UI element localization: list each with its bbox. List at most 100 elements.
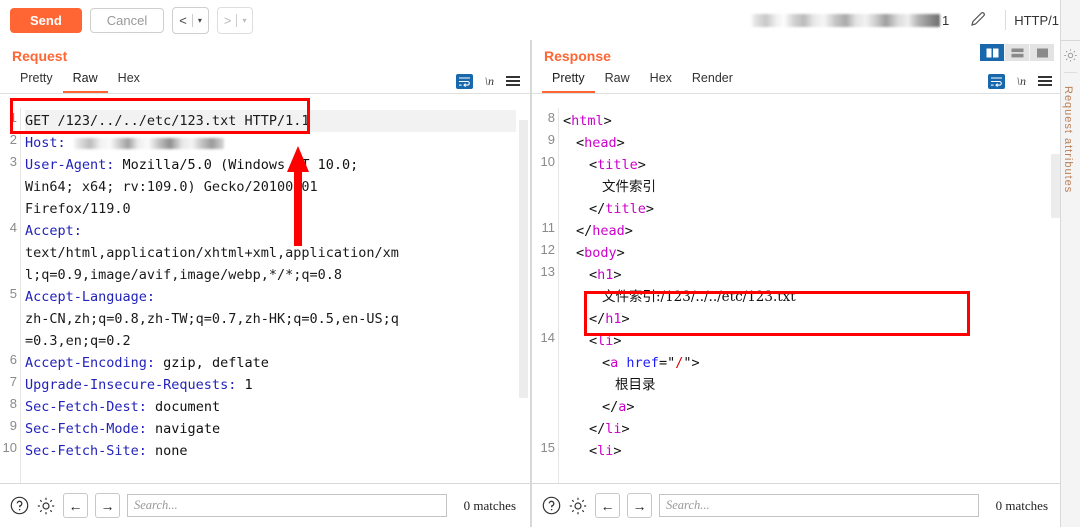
html-tag-name: a: [610, 355, 619, 371]
circle-question-icon[interactable]: [542, 496, 561, 515]
response-code-line[interactable]: </head>: [563, 220, 1048, 242]
request-code-area[interactable]: GET /123/../../etc/123.txt HTTP/1.1 Host:…: [21, 108, 516, 483]
gear-icon[interactable]: [36, 496, 56, 516]
response-code-line[interactable]: <h1>: [563, 264, 1048, 286]
response-code-line[interactable]: <li>: [563, 330, 1048, 352]
request-code-line[interactable]: l;q=0.9,image/avif,image/webp,*/*;q=0.8: [25, 264, 516, 286]
request-code-line[interactable]: =0.3,en;q=0.2: [25, 330, 516, 352]
request-line-number: 3: [9, 154, 17, 169]
response-code-line[interactable]: <a href="/">: [563, 352, 1048, 374]
divider: [1061, 40, 1080, 41]
angle-bracket: >: [645, 201, 655, 217]
search-next-button[interactable]: →: [95, 493, 120, 518]
response-code-line[interactable]: </h1>: [563, 308, 1048, 330]
tab-request-pretty[interactable]: Pretty: [10, 67, 63, 93]
inspector-sidebar[interactable]: Request attributes: [1060, 0, 1080, 527]
hamburger-menu-icon[interactable]: [506, 76, 520, 86]
response-code-line[interactable]: </title>: [563, 198, 1048, 220]
response-code-line[interactable]: </a>: [563, 396, 1048, 418]
response-code-line[interactable]: 根目录: [563, 374, 1048, 396]
chevron-down-icon[interactable]: ▾: [242, 16, 246, 25]
request-code-line[interactable]: Win64; x64; rv:109.0) Gecko/20100101: [25, 176, 516, 198]
gear-icon[interactable]: [568, 496, 588, 516]
response-text-node: 文件索引:/123/../../etc/123.txt: [602, 289, 796, 305]
search-prev-button[interactable]: ←: [595, 493, 620, 518]
angle-bracket: >: [603, 113, 612, 129]
html-tag-name: title: [597, 157, 638, 173]
tab-request-raw[interactable]: Raw: [62, 67, 108, 93]
response-search-input[interactable]: [659, 494, 979, 517]
prev-request-button[interactable]: < ▾: [172, 6, 209, 34]
response-code-line[interactable]: </li>: [563, 418, 1048, 440]
response-code-line[interactable]: <head>: [563, 132, 1048, 154]
response-code-line[interactable]: <li>: [563, 440, 1048, 462]
response-code-line[interactable]: <title>: [563, 154, 1048, 176]
response-code-area[interactable]: <html> <head> <title> 文件索引 </title> </head> <b…: [559, 108, 1048, 483]
tab-response-hex[interactable]: Hex: [640, 67, 682, 93]
word-wrap-icon[interactable]: [987, 73, 1005, 89]
search-next-button[interactable]: →: [627, 493, 652, 518]
cancel-button[interactable]: Cancel: [89, 7, 165, 33]
request-tabs: Pretty Raw Hex \n: [0, 67, 530, 94]
request-tab-icons: \n: [455, 69, 530, 93]
word-wrap-icon[interactable]: [455, 73, 473, 89]
divider: [1064, 72, 1077, 73]
response-code-line[interactable]: 文件索引:/123/../../etc/123.txt: [563, 286, 1048, 308]
request-code-line[interactable]: User-Agent: Mozilla/5.0 (Windows NT 10.0…: [25, 154, 516, 176]
request-line-number: 2: [9, 132, 17, 147]
request-code-line[interactable]: zh-CN,zh;q=0.8,zh-TW;q=0.7,zh-HK;q=0.5,e…: [25, 308, 516, 330]
layout-single-pane-button[interactable]: [1030, 44, 1054, 61]
angle-bracket: >: [616, 245, 625, 261]
request-code-line[interactable]: Accept:: [25, 220, 516, 242]
tab-response-render[interactable]: Render: [682, 67, 743, 93]
circle-question-icon[interactable]: [10, 496, 29, 515]
request-header-value: none: [146, 443, 188, 459]
pencil-icon[interactable]: [969, 10, 987, 31]
response-code-line[interactable]: <body>: [563, 242, 1048, 264]
layout-split-vertical-button[interactable]: [980, 44, 1005, 61]
http-version-label[interactable]: HTTP/1: [1014, 13, 1059, 28]
response-editor[interactable]: 8 9 10 11 12 13 14 15 <html> <head> <title> 文件索引 </…: [532, 108, 1062, 483]
gear-icon[interactable]: [1063, 48, 1078, 66]
tab-request-hex[interactable]: Hex: [108, 67, 150, 93]
request-header-name: Accept-Language:: [25, 289, 156, 305]
request-code-line[interactable]: Firefox/119.0: [25, 198, 516, 220]
next-request-button[interactable]: > ▾: [216, 6, 254, 34]
newline-toggle-icon[interactable]: \n: [485, 74, 494, 89]
tab-response-pretty[interactable]: Pretty: [542, 67, 595, 93]
angle-bracket: >: [637, 157, 646, 173]
request-code-line[interactable]: GET /123/../../etc/123.txt HTTP/1.1: [25, 110, 516, 132]
angle-bracket: >: [626, 399, 635, 415]
request-line-gutter: 1 2 3 4 5 6 7 8 9 10: [0, 108, 21, 483]
request-code-line[interactable]: Upgrade-Insecure-Requests: 1: [25, 374, 516, 396]
request-header-name: Sec-Fetch-Dest:: [25, 399, 147, 415]
response-code-line[interactable]: 文件索引: [563, 176, 1048, 198]
search-prev-button[interactable]: ←: [63, 493, 88, 518]
request-code-line[interactable]: text/html,application/xhtml+xml,applicat…: [25, 242, 516, 264]
angle-bracket: </: [589, 421, 606, 437]
send-button[interactable]: Send: [10, 7, 82, 33]
request-code-line[interactable]: Sec-Fetch-Site: none: [25, 440, 516, 462]
chevron-down-icon[interactable]: ▾: [198, 16, 202, 25]
html-tag-name: li: [597, 443, 614, 459]
burp-repeater-window: Send Cancel < ▾ > ▾ 1 HTTP/1 Request Pre…: [0, 0, 1080, 527]
inspector-vertical-label[interactable]: Request attributes: [1062, 86, 1074, 193]
response-vertical-scrollbar[interactable]: [1051, 154, 1060, 218]
request-code-line[interactable]: Accept-Language:: [25, 286, 516, 308]
request-header-name: Host:: [25, 135, 66, 151]
response-code-line[interactable]: <html>: [563, 110, 1048, 132]
request-code-line[interactable]: Accept-Encoding: gzip, deflate: [25, 352, 516, 374]
request-vertical-scrollbar[interactable]: [519, 120, 528, 398]
response-text-node: 根目录: [615, 377, 656, 393]
request-code-line[interactable]: Host:: [25, 132, 516, 154]
response-panel: Response Pretty Raw Hex Render \n 8 9 10…: [531, 40, 1062, 527]
tab-response-raw[interactable]: Raw: [595, 67, 640, 93]
request-search-input[interactable]: [127, 494, 447, 517]
layout-split-horizontal-button[interactable]: [1005, 44, 1030, 61]
newline-toggle-icon[interactable]: \n: [1017, 74, 1026, 89]
hamburger-menu-icon[interactable]: [1038, 76, 1052, 86]
request-code-line[interactable]: Sec-Fetch-Dest: document: [25, 396, 516, 418]
request-editor[interactable]: 1 2 3 4 5 6 7 8 9 10 GET /123/../../etc/123.txt H…: [0, 108, 530, 483]
request-code-line[interactable]: Sec-Fetch-Mode: navigate: [25, 418, 516, 440]
angle-bracket: <: [589, 157, 598, 173]
